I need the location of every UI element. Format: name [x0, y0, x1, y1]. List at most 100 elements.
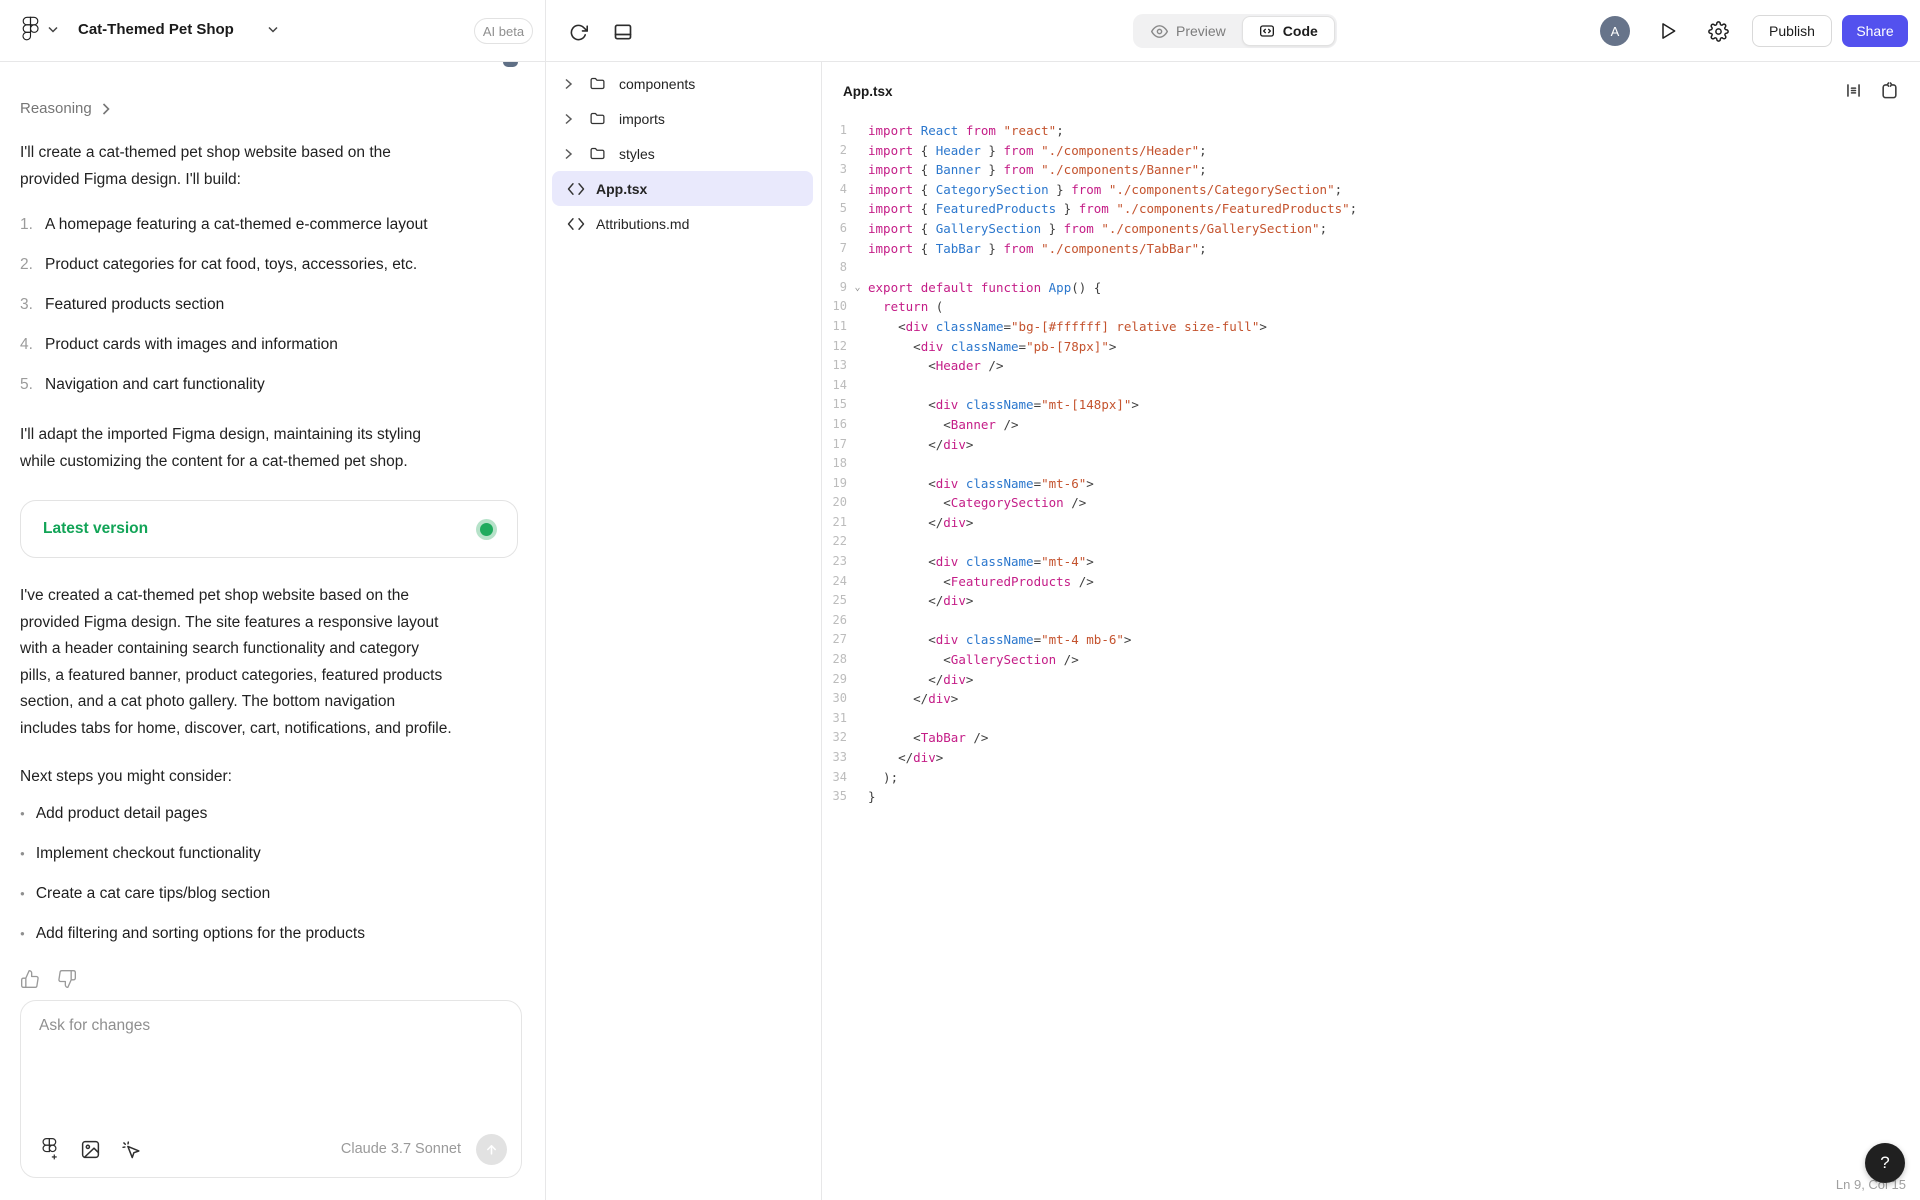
- tree-item-attributions-md[interactable]: Attributions.md: [552, 206, 813, 241]
- format-lines-icon[interactable]: [1844, 81, 1864, 101]
- panel-bottom-icon[interactable]: [611, 20, 635, 44]
- code-line: 14: [822, 376, 1920, 396]
- reasoning-label: Reasoning: [20, 100, 92, 117]
- tree-item-label: imports: [619, 111, 665, 127]
- code-line: 26: [822, 611, 1920, 631]
- code-line: 16 <Banner />: [822, 415, 1920, 435]
- composer-footer: Claude 3.7 Sonnet: [38, 1133, 507, 1165]
- fold-chevron-icon[interactable]: ⌄: [847, 278, 868, 298]
- publish-button[interactable]: Publish: [1752, 15, 1832, 47]
- chat-scroll-area[interactable]: Reasoning I'll create a cat-themed pet s…: [0, 100, 545, 989]
- share-button[interactable]: Share: [1842, 15, 1908, 47]
- code-line: 34 );: [822, 768, 1920, 788]
- preview-label: Preview: [1176, 23, 1226, 39]
- figma-import-icon[interactable]: [38, 1137, 62, 1161]
- next-steps-heading: Next steps you might consider:: [20, 768, 521, 786]
- send-button[interactable]: [476, 1134, 507, 1165]
- chevron-right-icon: [564, 78, 574, 90]
- adapt-paragraph: I'll adapt the imported Figma design, ma…: [20, 422, 521, 475]
- bullet-list: ●Add product detail pages●Implement chec…: [20, 801, 521, 947]
- code-line: 28 <GallerySection />: [822, 650, 1920, 670]
- code-line: 21 </div>: [822, 513, 1920, 533]
- code-label: Code: [1283, 23, 1318, 39]
- help-button[interactable]: ?: [1865, 1143, 1905, 1183]
- file-tree-panel: components imports styles App.tsx Attributio…: [546, 62, 822, 1200]
- code-line: 32 <TabBar />: [822, 728, 1920, 748]
- composer-card: Claude 3.7 Sonnet: [20, 1000, 522, 1178]
- result-paragraph: I've created a cat-themed pet shop websi…: [20, 583, 521, 742]
- folder-icon: [589, 145, 606, 162]
- reasoning-toggle[interactable]: Reasoning: [20, 100, 110, 117]
- chevron-right-icon: [102, 103, 110, 115]
- toolbar-divider: [545, 0, 546, 62]
- code-line: 29 </div>: [822, 670, 1920, 690]
- figma-menu-button[interactable]: [22, 16, 58, 42]
- code-line: 18: [822, 454, 1920, 474]
- code-line: 35}: [822, 787, 1920, 807]
- code-line: 10 return (: [822, 297, 1920, 317]
- bullet-list-item: ●Create a cat care tips/blog section: [20, 881, 521, 907]
- project-chevron-down-icon[interactable]: [268, 26, 278, 33]
- tab-code[interactable]: Code: [1242, 16, 1335, 46]
- intro-paragraph: I'll create a cat-themed pet shop websit…: [20, 140, 521, 193]
- cursor-sparkle-icon[interactable]: [118, 1137, 142, 1161]
- bullet-list-item: ●Add product detail pages: [20, 801, 521, 827]
- code-line: 23 <div className="mt-4">: [822, 552, 1920, 572]
- numbered-list-item: 4.Product cards with images and informat…: [20, 332, 521, 358]
- tree-item-label: styles: [619, 146, 655, 162]
- code-line: 17 </div>: [822, 435, 1920, 455]
- code-line: 22: [822, 532, 1920, 552]
- tree-item-components[interactable]: components: [552, 66, 813, 101]
- code-line: 3import { Banner } from "./components/Ba…: [822, 160, 1920, 180]
- editor-filename: App.tsx: [843, 84, 1828, 99]
- model-selector[interactable]: Claude 3.7 Sonnet: [341, 1141, 461, 1157]
- code-line: 33 </div>: [822, 748, 1920, 768]
- code-box-icon[interactable]: [1880, 81, 1900, 101]
- latest-version-card[interactable]: Latest version: [20, 500, 518, 558]
- chevron-down-icon: [48, 26, 58, 33]
- folder-icon: [589, 110, 606, 127]
- chat-panel: Reasoning I'll create a cat-themed pet s…: [0, 62, 546, 1200]
- numbered-list-item: 1.A homepage featuring a cat-themed e-co…: [20, 212, 521, 238]
- code-line: 15 <div className="mt-[148px]">: [822, 395, 1920, 415]
- chevron-right-icon: [564, 113, 574, 125]
- code-file-icon: [567, 182, 585, 196]
- preview-code-toggle: Preview Code: [1133, 14, 1337, 48]
- ask-for-changes-input[interactable]: [39, 1017, 503, 1117]
- code-line: 6import { GallerySection } from "./compo…: [822, 219, 1920, 239]
- scrolled-avatar-remnant: [503, 62, 518, 67]
- numbered-list-item: 3.Featured products section: [20, 292, 521, 318]
- numbered-list: 1.A homepage featuring a cat-themed e-co…: [20, 212, 521, 398]
- code-line: 13 <Header />: [822, 356, 1920, 376]
- avatar[interactable]: A: [1600, 16, 1630, 46]
- code-line: 4import { CategorySection } from "./comp…: [822, 180, 1920, 200]
- tree-item-styles[interactable]: styles: [552, 136, 813, 171]
- code-editor-panel: App.tsx 1import React from "react";2impo…: [822, 62, 1920, 1200]
- code-file-icon: [567, 217, 585, 231]
- ai-beta-badge: AI beta: [474, 18, 533, 44]
- gear-icon[interactable]: [1706, 19, 1730, 43]
- tree-item-app-tsx[interactable]: App.tsx: [552, 171, 813, 206]
- code-line: 27 <div className="mt-4 mb-6">: [822, 630, 1920, 650]
- refresh-icon[interactable]: [566, 20, 590, 44]
- tab-preview[interactable]: Preview: [1135, 16, 1242, 46]
- code-line: 30 </div>: [822, 689, 1920, 709]
- tree-item-imports[interactable]: imports: [552, 101, 813, 136]
- send-arrow-icon: [484, 1142, 499, 1157]
- top-toolbar: Cat-Themed Pet Shop AI beta Preview Code…: [0, 0, 1920, 62]
- tree-item-label: Attributions.md: [596, 216, 689, 232]
- editor-header: App.tsx: [822, 62, 1920, 102]
- code-content[interactable]: 1import React from "react";2import { Hea…: [822, 102, 1920, 807]
- status-dot-icon: [480, 523, 493, 536]
- code-line: 1import React from "react";: [822, 121, 1920, 141]
- thumbs-up-icon[interactable]: [20, 969, 40, 989]
- numbered-list-item: 5.Navigation and cart functionality: [20, 372, 521, 398]
- code-line: 31: [822, 709, 1920, 729]
- play-icon[interactable]: [1656, 19, 1680, 43]
- folder-icon: [589, 75, 606, 92]
- code-line: 19 <div className="mt-6">: [822, 474, 1920, 494]
- code-line: 8: [822, 258, 1920, 278]
- thumbs-down-icon[interactable]: [57, 969, 77, 989]
- code-line: 25 </div>: [822, 591, 1920, 611]
- image-icon[interactable]: [78, 1137, 102, 1161]
